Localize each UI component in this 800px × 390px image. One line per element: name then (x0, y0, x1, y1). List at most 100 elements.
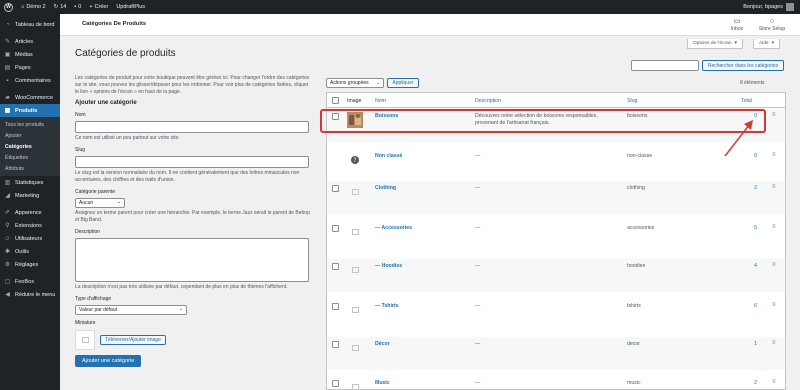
row-checkbox[interactable] (332, 341, 339, 348)
submenu-categories[interactable]: Catégories (0, 141, 60, 152)
submenu-all-products[interactable]: Tous les produits (0, 119, 60, 130)
sidebar-item-dashboard[interactable]: ◔ Tableau de bord (0, 18, 60, 31)
drag-handle-icon[interactable]: ≡ (772, 340, 776, 346)
bulk-actions-select[interactable]: Actions groupées ⌄ (326, 78, 384, 88)
sidebar-item-settings[interactable]: ⚙ Réglages (0, 258, 60, 271)
sidebar-item-statistics[interactable]: ▥ Statistiques (0, 176, 60, 189)
parent-select[interactable]: Aucun ⌄ (75, 198, 125, 208)
sidebar-item-marketing[interactable]: ◢ Marketing (0, 189, 60, 202)
store-setup-button[interactable]: ○ Store Setup (757, 17, 787, 32)
new-content-link[interactable]: + Créer (85, 0, 112, 14)
sidebar-item-appearance[interactable]: ✐ Apparence (0, 206, 60, 219)
my-account[interactable]: Bonjour, bpages (743, 3, 800, 11)
category-count[interactable]: 5 (737, 225, 757, 231)
help-button[interactable]: Aide ▾ (753, 39, 781, 49)
description-help: La description n'est pas très utilisée p… (75, 284, 288, 290)
sidebar-item-users[interactable]: ☺ Utilisateurs (0, 232, 60, 245)
chevron-down-icon: ⌄ (178, 306, 183, 312)
inbox-button[interactable]: ▭ Inbox (722, 17, 752, 32)
category-slug: non-classe (627, 153, 653, 159)
chevron-down-icon: ▾ (734, 41, 737, 46)
help-icon: ? (347, 152, 363, 168)
home-icon: ⌂ (21, 4, 25, 10)
sidebar-item-articles[interactable]: ✎ Articles (0, 35, 60, 48)
sidebar-item-tools[interactable]: ✱ Outils (0, 245, 60, 258)
site-name-link[interactable]: ⌂ Démo 2 (17, 0, 50, 14)
table-row: Clothing — clothing 2 ≡ (327, 181, 785, 214)
column-total[interactable]: Total (741, 98, 752, 104)
slug-field[interactable] (75, 156, 309, 168)
category-count[interactable]: 4 (737, 263, 757, 269)
column-name[interactable]: Nom (375, 98, 386, 104)
sidebar-item-products[interactable]: ▦ Produits (0, 104, 60, 117)
submenu-tags[interactable]: Étiquettes (0, 152, 60, 163)
category-name[interactable]: Clothing (375, 185, 396, 191)
row-checkbox[interactable] (332, 225, 339, 232)
drag-handle-icon[interactable]: ≡ (772, 152, 776, 158)
refresh-icon: ↻ (53, 4, 59, 10)
category-count[interactable]: 2 (737, 380, 757, 386)
category-slug: tshirts (627, 303, 641, 309)
column-slug[interactable]: Slug (627, 98, 637, 104)
users-icon: ☺ (4, 235, 11, 242)
category-description: — (475, 153, 481, 159)
search-button[interactable]: Rechercher dans les catégories (702, 60, 784, 71)
drag-handle-icon[interactable]: ≡ (772, 224, 776, 230)
drag-handle-icon[interactable]: ≡ (772, 184, 776, 190)
category-count[interactable]: 1 (737, 341, 757, 347)
category-description: — (475, 185, 481, 191)
category-name[interactable]: Non classé (375, 153, 402, 159)
sidebar-item-woocommerce[interactable]: ▰ WooCommerce (0, 91, 60, 104)
sidebar-item-foobox[interactable]: ▢ FooBox (0, 275, 60, 288)
category-name[interactable]: Décor (375, 341, 390, 347)
sidebar-item-label: WooCommerce (15, 94, 54, 101)
row-checkbox[interactable] (332, 380, 339, 387)
description-field[interactable] (75, 238, 309, 282)
category-name[interactable]: — Hoodies (375, 263, 402, 269)
image-placeholder-icon (347, 184, 363, 200)
drag-handle-icon[interactable]: ≡ (772, 379, 776, 385)
select-all-checkbox[interactable] (332, 97, 339, 104)
drag-handle-icon[interactable]: ≡ (772, 112, 776, 118)
plus-icon: + (89, 4, 93, 10)
row-checkbox[interactable] (332, 263, 339, 270)
search-input[interactable] (631, 60, 699, 71)
category-name[interactable]: Music (375, 380, 390, 386)
brush-icon: ✐ (4, 210, 11, 216)
sidebar-item-medias[interactable]: ▣ Médias (0, 48, 60, 61)
upload-image-button[interactable]: Téléverser/Ajouter image (100, 335, 166, 345)
apply-button[interactable]: Appliquer (387, 78, 419, 88)
category-name[interactable]: — Accessories (375, 225, 412, 231)
drag-handle-icon[interactable]: ≡ (772, 262, 776, 268)
category-count[interactable]: 2 (737, 185, 757, 191)
row-checkbox[interactable] (332, 303, 339, 310)
updraftplus-link[interactable]: UpdraftPlus (112, 0, 149, 14)
parent-help: Assignez un terme parent pour créer une … (75, 210, 310, 223)
sidebar-item-comments[interactable]: ▪ Commentaires (0, 74, 60, 87)
add-category-button[interactable]: Ajouter une catégorie (75, 355, 142, 367)
drag-handle-icon[interactable]: ≡ (772, 302, 776, 308)
category-name[interactable]: — Tshirts (375, 303, 399, 309)
name-help: Ce nom est utilisé un peu partout sur vo… (75, 135, 180, 141)
tools-icon: ✱ (4, 249, 11, 255)
collapse-menu-button[interactable]: ◀ Réduire le menu (0, 288, 60, 301)
comments-link[interactable]: ▪ 0 (70, 0, 85, 14)
category-slug: clothing (627, 185, 645, 191)
row-checkbox[interactable] (332, 185, 339, 192)
image-placeholder-icon (347, 340, 363, 356)
sidebar-item-plugins[interactable]: ⚲ Extensions (0, 219, 60, 232)
wordpress-logo[interactable]: W (0, 0, 17, 14)
updates-link[interactable]: ↻ 14 (50, 0, 71, 14)
screen-options-button[interactable]: Options de l'écran ▾ (687, 39, 743, 49)
category-count[interactable]: 6 (737, 303, 757, 309)
image-placeholder-icon (347, 379, 363, 390)
name-field[interactable] (75, 121, 309, 133)
submenu-add[interactable]: Ajouter (0, 130, 60, 141)
parent-label: Catégorie parente (75, 189, 116, 195)
intro-text: Les catégories de produit pour votre bou… (75, 75, 310, 95)
display-type-select[interactable]: Valeur par défaut ⌄ (75, 305, 187, 315)
sidebar-item-pages[interactable]: ▤ Pages (0, 61, 60, 74)
slug-help: Le slug est la version normalisée du nom… (75, 170, 300, 183)
column-description[interactable]: Description (475, 98, 501, 104)
submenu-attributes[interactable]: Attributs (0, 163, 60, 174)
